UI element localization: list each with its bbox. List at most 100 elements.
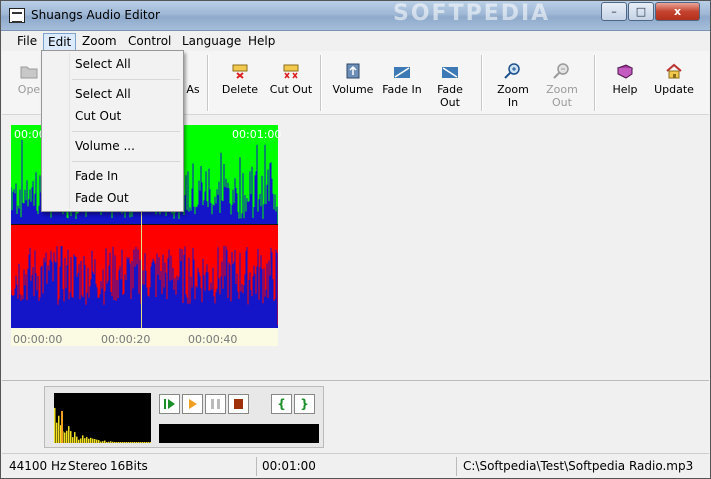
- help-button[interactable]: Help: [607, 57, 643, 109]
- spectrum-bar: [134, 442, 136, 443]
- update-button[interactable]: Update: [653, 57, 695, 109]
- fade-out-button-label: Fade Out: [437, 83, 463, 109]
- stop-icon: [234, 399, 243, 409]
- menu-file[interactable]: File: [13, 33, 41, 51]
- menu-zoom[interactable]: Zoom: [78, 33, 121, 51]
- mark-out-button[interactable]: }: [294, 394, 315, 414]
- volume-button[interactable]: Volume: [332, 57, 374, 109]
- edit-menu-fade-in[interactable]: Fade In: [75, 169, 118, 183]
- pause-icon: [211, 399, 220, 409]
- spectrum-bar: [106, 442, 108, 443]
- delete-icon: [232, 64, 248, 79]
- fade-in-button-label: Fade In: [382, 83, 422, 96]
- spectrum-bar: [96, 439, 98, 443]
- spectrum-bar: [126, 442, 128, 443]
- open-button-label: Ope: [17, 83, 41, 96]
- spectrum-bar: [132, 442, 134, 443]
- title-bar[interactable]: Shuangs Audio Editor SOFTPEDIA – □ x: [1, 1, 710, 31]
- fade-in-button[interactable]: Fade In: [381, 57, 423, 109]
- edit-menu-header-select-all[interactable]: Select All: [75, 57, 131, 71]
- spectrum-bar: [54, 407, 56, 443]
- zoom-in-button-label: Zoom In: [497, 83, 529, 109]
- spectrum-bar: [76, 436, 78, 443]
- help-button-label: Help: [612, 83, 638, 96]
- waveform-end-time: 00:01:00: [232, 128, 282, 141]
- fade-out-button[interactable]: Fade Out: [426, 57, 474, 109]
- spectrum-bar: [78, 439, 80, 443]
- cut-out-button-label: Cut Out: [269, 83, 313, 96]
- spectrum-bar: [116, 442, 118, 443]
- cut-out-icon: [283, 64, 299, 79]
- player-panel: { }: [2, 380, 709, 450]
- waveform-channel-right: [11, 225, 278, 325]
- menu-separator: [72, 131, 180, 132]
- spectrum-bar: [142, 442, 144, 443]
- spectrum-bar: [108, 441, 110, 443]
- zoom-in-button[interactable]: Zoom In: [491, 57, 535, 109]
- spectrum-bar: [92, 438, 94, 443]
- volume-button-label: Volume: [332, 83, 374, 96]
- zoom-out-button[interactable]: Zoom Out: [537, 57, 587, 109]
- spectrum-bar: [138, 442, 140, 443]
- playback-progress-bar[interactable]: [159, 424, 319, 443]
- status-separator: [256, 457, 257, 476]
- spectrum-bar: [114, 442, 116, 443]
- delete-button[interactable]: Delete: [220, 57, 260, 109]
- edit-menu-volume[interactable]: Volume ...: [75, 139, 135, 153]
- update-button-label: Update: [654, 83, 694, 96]
- app-window: Shuangs Audio Editor SOFTPEDIA – □ x Fil…: [0, 0, 711, 479]
- spectrum-bar: [94, 439, 96, 443]
- edit-menu-select-all[interactable]: Select All: [75, 87, 131, 101]
- status-bar: 44100 Hz Stereo 16Bits 00:01:00 C:\Softp…: [2, 453, 709, 478]
- spectrum-bar: [124, 442, 126, 443]
- spectrum-bar: [70, 431, 72, 443]
- minimize-button[interactable]: –: [601, 2, 627, 21]
- edit-menu-cut-out[interactable]: Cut Out: [75, 109, 121, 123]
- zoom-out-icon: [553, 63, 569, 79]
- spectrum-bar: [120, 442, 122, 443]
- spectrum-analyzer: [54, 393, 151, 443]
- fade-out-icon: [442, 67, 458, 78]
- mark-in-button[interactable]: {: [271, 394, 292, 414]
- status-duration: 00:01:00: [262, 459, 316, 473]
- edit-menu-fade-out[interactable]: Fade Out: [75, 191, 129, 205]
- spectrum-bar: [84, 438, 86, 443]
- spectrum-bar: [130, 442, 132, 443]
- toolbar-separator: [594, 55, 596, 111]
- play-from-cursor-button[interactable]: [182, 394, 203, 414]
- spectrum-bar: [82, 435, 84, 443]
- save-as-button-label: As: [186, 83, 200, 96]
- menu-control[interactable]: Control: [124, 33, 175, 51]
- spectrum-bar: [146, 442, 148, 443]
- close-button[interactable]: x: [655, 2, 700, 21]
- spectrum-bar: [58, 415, 60, 443]
- watermark: SOFTPEDIA: [393, 1, 551, 26]
- stop-button[interactable]: [228, 394, 249, 414]
- update-house-icon: [666, 63, 682, 79]
- spectrum-bar: [118, 442, 120, 443]
- status-channels: Stereo: [68, 459, 108, 473]
- spectrum-bar: [122, 442, 124, 443]
- maximize-button[interactable]: □: [628, 2, 654, 21]
- spectrum-bar: [64, 432, 66, 443]
- play-button[interactable]: [159, 394, 180, 414]
- menu-help[interactable]: Help: [244, 33, 279, 51]
- save-as-button[interactable]: As: [182, 57, 204, 109]
- spectrum-bar: [102, 441, 104, 443]
- timeline-label: 00:00:40: [188, 333, 238, 346]
- cut-out-button[interactable]: Cut Out: [268, 57, 314, 109]
- toolbar-separator: [481, 55, 483, 111]
- spectrum-bar: [74, 432, 76, 443]
- spectrum-bar: [140, 442, 142, 443]
- pause-button[interactable]: [205, 394, 226, 414]
- menu-separator: [72, 161, 180, 162]
- player-controls: { }: [44, 386, 324, 448]
- spectrum-bar: [56, 422, 58, 443]
- menu-language[interactable]: Language: [178, 33, 245, 51]
- menu-edit[interactable]: Edit: [43, 33, 77, 51]
- timeline-label: 00:00:20: [101, 333, 151, 346]
- spectrum-bar: [86, 437, 88, 443]
- window-title: Shuangs Audio Editor: [31, 8, 160, 22]
- volume-icon: [346, 63, 360, 79]
- toolbar-separator: [320, 55, 322, 111]
